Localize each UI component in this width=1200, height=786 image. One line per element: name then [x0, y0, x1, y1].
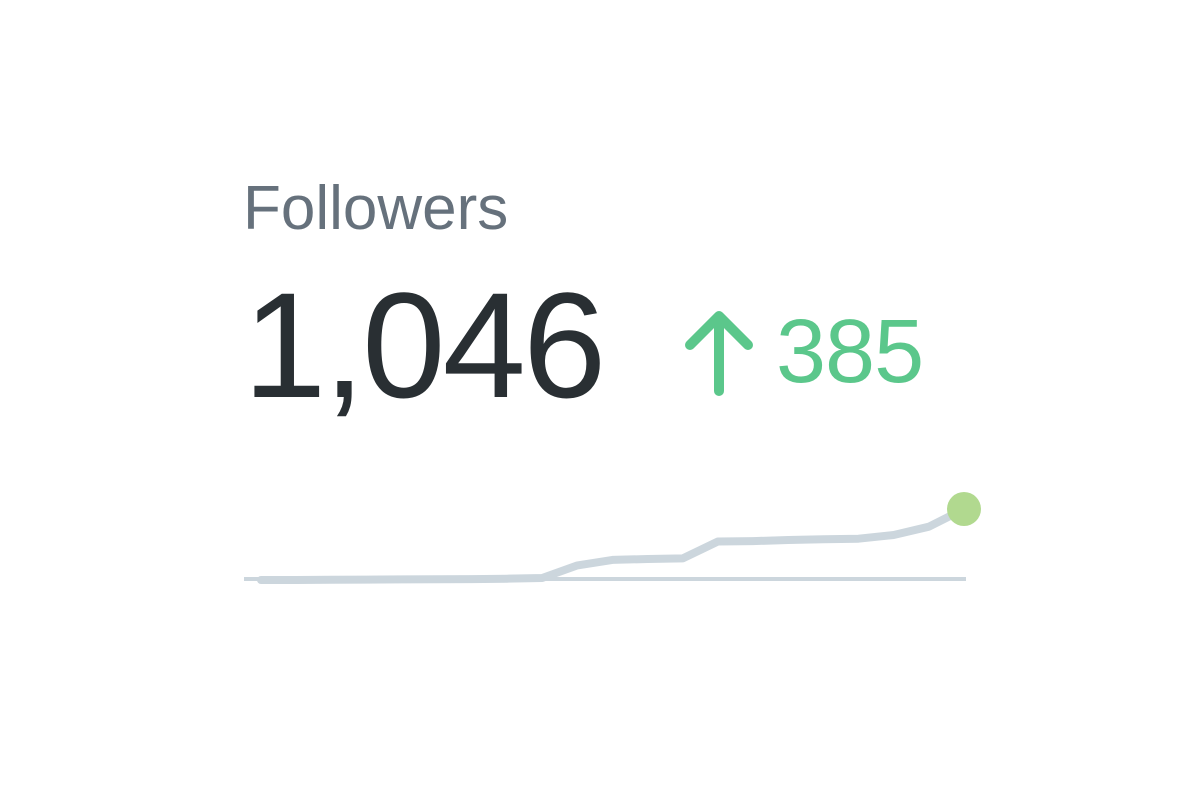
- followers-card: Followers 1,046 385: [0, 0, 1200, 786]
- follower-count: 1,046: [243, 261, 606, 429]
- sparkline-series-line: [257, 505, 968, 584]
- arrow-up-icon: [685, 311, 753, 396]
- change-indicator: 385: [682, 302, 924, 402]
- metric-label: Followers: [243, 174, 509, 243]
- sparkline-endpoint-dot: [947, 492, 981, 526]
- change-value: 385: [776, 302, 924, 402]
- sparkline-chart: [244, 492, 981, 584]
